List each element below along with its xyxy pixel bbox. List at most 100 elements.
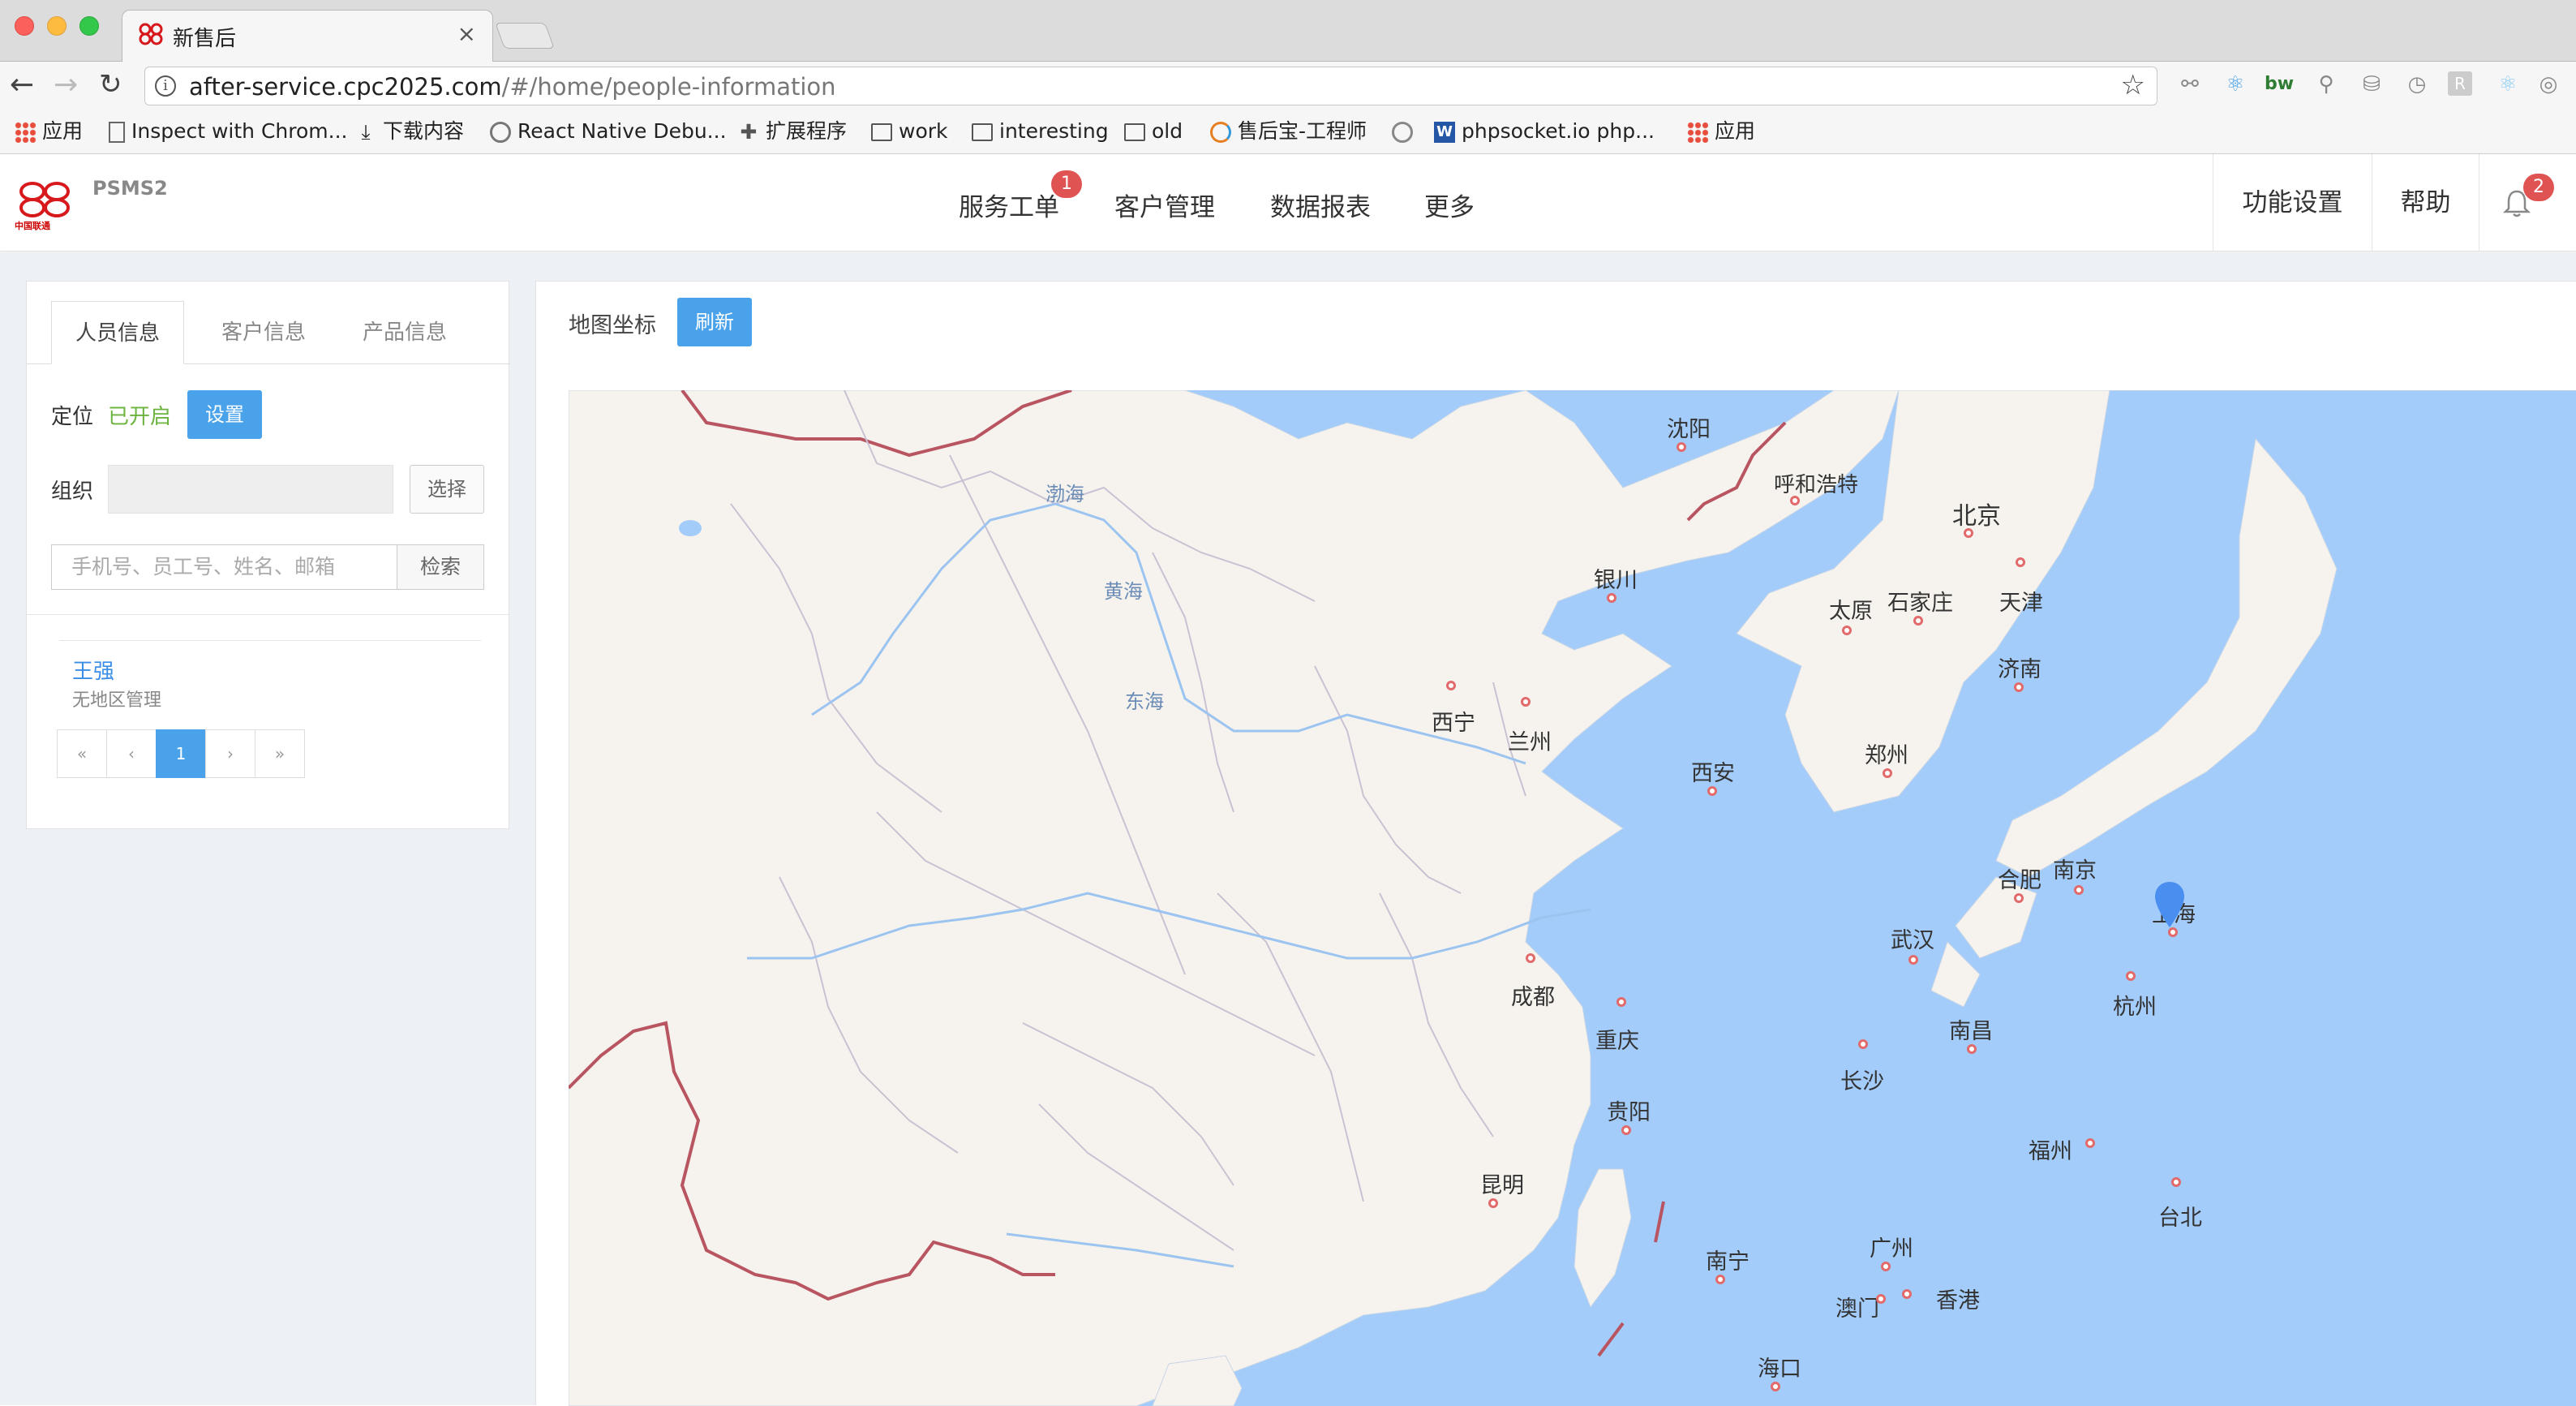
refresh-button[interactable]: 刷新 <box>677 298 752 346</box>
city-marker[interactable] <box>2085 1138 2095 1148</box>
city-label: 香港 <box>1936 1288 1980 1314</box>
city-marker[interactable] <box>1876 1294 1886 1304</box>
nav-more[interactable]: 更多 <box>1424 187 1475 223</box>
city-marker[interactable] <box>1964 528 1973 538</box>
city-marker[interactable] <box>1967 1044 1977 1054</box>
map-view[interactable]: 渤海 黄海 东海 沈阳 呼和浩特 北京 银川 天津 太原 石家庄 济南 西宁 兰… <box>569 390 2576 1406</box>
address-bar[interactable]: i after-service.cpc2025.com/#/home/peopl… <box>144 67 2157 105</box>
map-panel: 地图坐标 刷新 渤海 黄海 东海 沈阳 呼和浩特 北京 银川 天津 太原 石家庄… <box>535 281 2576 1406</box>
back-icon[interactable]: ← <box>10 68 34 101</box>
page-1-button[interactable]: 1 <box>156 729 206 778</box>
select-org-button[interactable]: 选择 <box>410 465 484 514</box>
bookmark-inspect[interactable]: Inspect with Chrom... <box>109 117 348 146</box>
close-window-button[interactable] <box>15 16 34 36</box>
city-marker[interactable] <box>1790 496 1800 505</box>
city-marker[interactable] <box>1858 1039 1868 1049</box>
city-marker[interactable] <box>1913 616 1923 626</box>
folder-icon <box>1124 123 1145 141</box>
map-marker-icon[interactable] <box>2152 880 2187 932</box>
divider <box>59 640 481 641</box>
gear-icon <box>1392 122 1413 143</box>
nav-help[interactable]: 帮助 <box>2372 154 2479 252</box>
extension-icon[interactable]: ◷ <box>2402 70 2432 99</box>
first-page-button[interactable]: « <box>57 729 107 778</box>
city-marker[interactable] <box>1616 997 1626 1007</box>
bookmark-apps[interactable]: 应用 <box>15 117 83 146</box>
tab-product-info[interactable]: 产品信息 <box>338 301 471 364</box>
nav-customer-management[interactable]: 客户管理 <box>1114 187 1215 223</box>
city-marker[interactable] <box>2014 682 2024 692</box>
city-marker[interactable] <box>1908 955 1918 965</box>
bw-extension-icon[interactable]: bw <box>2265 70 2294 99</box>
app-header: 中国联通 PSMS2 服务工单 1 客户管理 数据报表 更多 功能设置 帮助 2 <box>0 154 2576 252</box>
city-marker[interactable] <box>2014 893 2024 903</box>
city-marker[interactable] <box>1883 768 1892 778</box>
bookmark-apps-2[interactable]: 应用 <box>1687 117 1755 146</box>
city-marker[interactable] <box>1488 1198 1498 1208</box>
nav-function-settings[interactable]: 功能设置 <box>2213 154 2372 252</box>
bookmark-phpsocket[interactable]: Wphpsocket.io php... <box>1434 117 1655 146</box>
city-marker[interactable] <box>2074 885 2084 895</box>
minimize-window-button[interactable] <box>47 16 67 36</box>
city-marker[interactable] <box>1902 1289 1912 1299</box>
tab-close-icon[interactable]: × <box>457 20 476 47</box>
location-label: 定位 <box>51 405 94 429</box>
reload-icon[interactable]: ↻ <box>99 68 122 101</box>
nav-data-reports[interactable]: 数据报表 <box>1270 187 1371 223</box>
city-marker[interactable] <box>1446 681 1456 690</box>
search-button[interactable]: 检索 <box>397 544 484 590</box>
city-label: 台北 <box>2158 1206 2202 1231</box>
notifications-button[interactable]: 2 <box>2479 154 2576 252</box>
browser-tab[interactable]: 新售后 × <box>122 10 493 62</box>
city-marker[interactable] <box>1621 1125 1631 1135</box>
city-marker[interactable] <box>1521 697 1531 707</box>
org-field[interactable] <box>108 465 393 514</box>
tab-people-info[interactable]: 人员信息 <box>51 301 184 364</box>
tab-customer-info[interactable]: 客户信息 <box>197 301 330 364</box>
city-marker[interactable] <box>1526 953 1535 963</box>
bookmark-phpsocket-gear[interactable] <box>1392 117 1419 146</box>
city-marker[interactable] <box>1677 442 1686 452</box>
nav-service-orders[interactable]: 服务工单 <box>959 187 1059 223</box>
set-location-button[interactable]: 设置 <box>187 390 262 439</box>
forward-icon[interactable]: → <box>54 68 78 101</box>
bookmark-folder-work[interactable]: work <box>871 117 948 146</box>
new-tab-button[interactable] <box>495 23 555 49</box>
search-input[interactable]: 手机号、员工号、姓名、邮箱 <box>51 544 397 590</box>
person-name[interactable]: 王强 <box>72 655 114 685</box>
maximize-window-button[interactable] <box>79 16 99 36</box>
info-icon[interactable]: i <box>155 75 176 97</box>
react-devtools-icon[interactable]: ⚛ <box>2221 70 2250 99</box>
land-taiwan <box>1574 1168 1632 1309</box>
star-icon[interactable]: ☆ <box>2121 69 2145 101</box>
city-marker[interactable] <box>1715 1275 1725 1284</box>
bookmark-folder-interesting[interactable]: interesting <box>972 117 1109 146</box>
lake <box>679 520 702 536</box>
city-marker[interactable] <box>1842 626 1852 635</box>
last-page-button[interactable]: » <box>255 729 305 778</box>
extension-icon[interactable]: ◎ <box>2534 70 2563 99</box>
city-marker[interactable] <box>2171 1177 2181 1187</box>
extension-icon[interactable]: ⚯ <box>2175 70 2205 99</box>
extension-icon[interactable]: R <box>2448 71 2472 96</box>
react-devtools-icon[interactable]: ⚛ <box>2493 70 2522 99</box>
extension-icon[interactable]: ⛁ <box>2357 70 2386 99</box>
next-page-button[interactable]: › <box>205 729 255 778</box>
bookmark-extensions[interactable]: ✚ 扩展程序 <box>738 117 848 146</box>
city-label: 福州 <box>2029 1139 2072 1164</box>
bookmark-folder-old[interactable]: old <box>1124 117 1183 146</box>
apps-icon <box>1687 122 1708 143</box>
extension-icon[interactable]: ⚲ <box>2312 70 2341 99</box>
bookmark-shouhoubao[interactable]: 售后宝-工程师 <box>1210 117 1367 146</box>
city-marker[interactable] <box>1771 1382 1780 1391</box>
city-marker[interactable] <box>2016 557 2025 567</box>
bookmark-react-native-debugger[interactable]: React Native Debu... <box>490 117 727 146</box>
url-text[interactable]: after-service.cpc2025.com/#/home/people-… <box>189 73 836 101</box>
prev-page-button[interactable]: ‹ <box>106 729 157 778</box>
city-marker[interactable] <box>2126 971 2136 981</box>
city-marker[interactable] <box>1707 786 1717 796</box>
city-marker[interactable] <box>1881 1262 1891 1271</box>
city-marker[interactable] <box>1607 593 1616 603</box>
map-title: 地图坐标 <box>569 313 656 338</box>
bookmark-downloads[interactable]: ⤓ 下载内容 <box>355 117 464 146</box>
